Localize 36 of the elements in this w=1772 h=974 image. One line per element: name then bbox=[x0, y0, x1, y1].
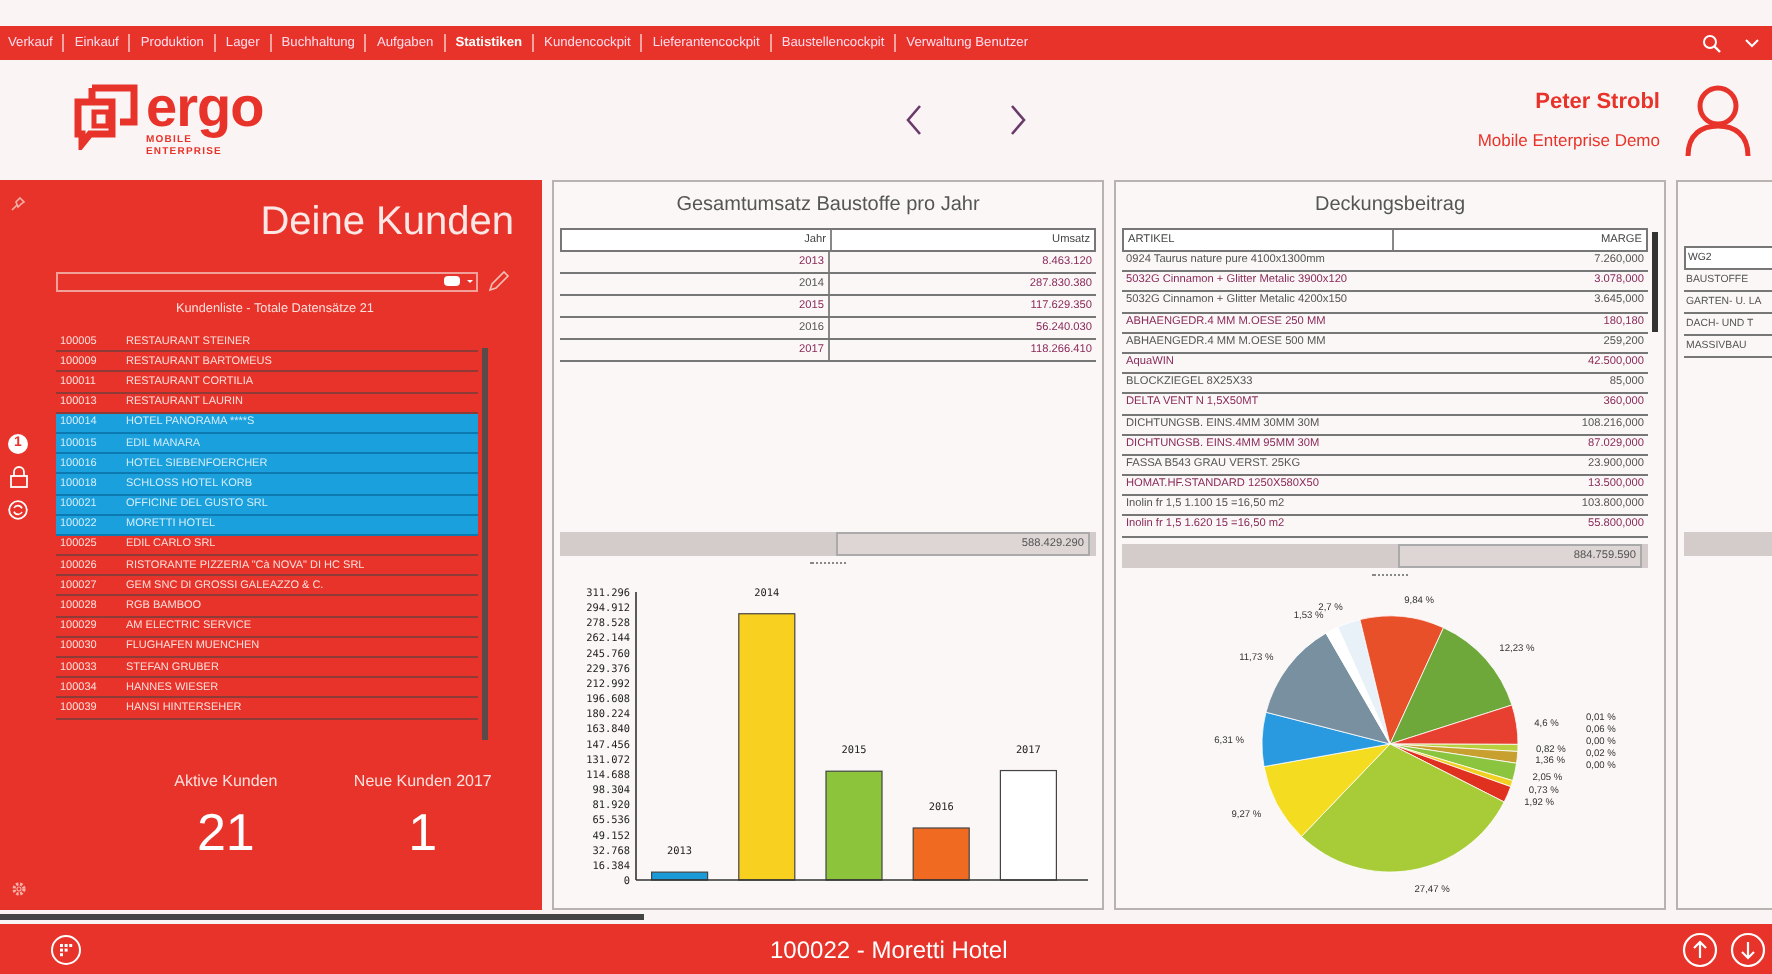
stat-label: Neue Kunden 2017 bbox=[353, 772, 492, 790]
logo-wordmark: ergo bbox=[146, 82, 264, 134]
lock-icon[interactable] bbox=[9, 465, 27, 488]
scrollbar[interactable] bbox=[0, 914, 644, 920]
toggle-icon bbox=[444, 276, 460, 286]
chart-bar bbox=[825, 770, 883, 881]
arrow-down-icon[interactable] bbox=[1730, 931, 1766, 967]
stat-value: 1 bbox=[408, 802, 438, 864]
scrollbar[interactable] bbox=[482, 348, 488, 740]
user-name: Peter Strobl bbox=[1535, 90, 1660, 114]
chart-bar bbox=[999, 769, 1057, 881]
stat-value: 21 bbox=[196, 802, 255, 864]
logo-icon bbox=[72, 82, 140, 150]
settings-icon[interactable] bbox=[9, 880, 27, 898]
resize-handle[interactable] bbox=[1372, 573, 1408, 576]
panel-title: Gesamtumsatz Baustoffe pro Jahr bbox=[674, 194, 982, 216]
previous-icon[interactable] bbox=[904, 104, 924, 136]
grid-icon[interactable] bbox=[50, 933, 82, 965]
selected-customer: 100022 - Moretti Hotel bbox=[770, 935, 1008, 963]
chevron-down-icon[interactable] bbox=[1744, 37, 1760, 49]
scrollbar[interactable] bbox=[1652, 232, 1658, 332]
panel-title: Deine Kunden bbox=[258, 200, 516, 246]
pencil-icon[interactable] bbox=[488, 270, 510, 292]
pin-icon[interactable] bbox=[10, 196, 26, 212]
chart-bar bbox=[912, 827, 970, 881]
resize-handle[interactable] bbox=[810, 562, 846, 568]
user-role: Mobile Enterprise Demo bbox=[1477, 130, 1660, 150]
stat-label: Aktive Kunden bbox=[174, 772, 278, 790]
total-bar bbox=[1684, 532, 1772, 556]
refresh-icon[interactable] bbox=[8, 499, 28, 520]
panel-title: Deckungsbeitrag bbox=[1312, 194, 1468, 216]
chart-bar bbox=[651, 871, 709, 881]
search-icon[interactable] bbox=[1702, 33, 1722, 53]
user-icon[interactable] bbox=[1684, 82, 1752, 158]
next-icon[interactable] bbox=[1008, 104, 1028, 136]
arrow-up-icon[interactable] bbox=[1682, 931, 1718, 967]
